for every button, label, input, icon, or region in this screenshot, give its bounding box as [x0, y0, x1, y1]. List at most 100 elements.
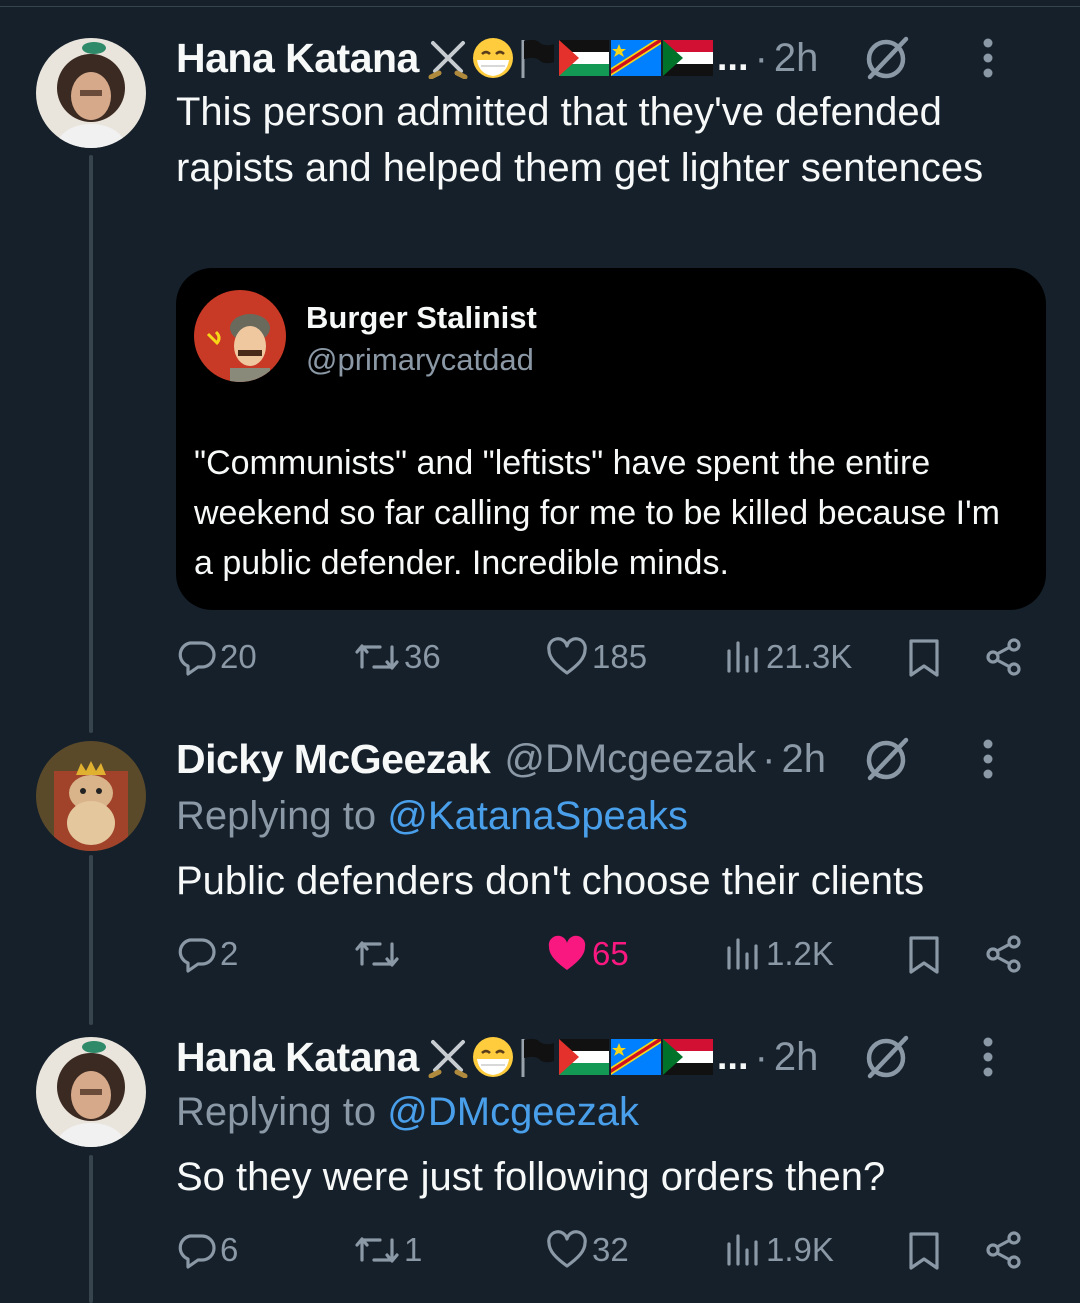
quoted-text: "Communists" and "leftists" have spent t… [194, 444, 1000, 582]
truncation-ellipsis: ... [716, 36, 749, 79]
more-icon[interactable] [982, 37, 994, 79]
replying-to-mention[interactable]: @DMcgeezak [387, 1090, 639, 1134]
like-icon [547, 637, 587, 675]
views-count: 1.2K [766, 935, 834, 972]
bookmark-button[interactable] [906, 1230, 942, 1272]
congo-flag-emoji [610, 1039, 661, 1075]
timestamp[interactable]: 2h [774, 36, 819, 81]
tweet-text: Public defenders don't choose their clie… [176, 859, 925, 903]
reply-count: 6 [220, 1231, 239, 1268]
bookmark-icon [909, 639, 939, 677]
tweet-header: Hana Katana ... · 2h [176, 1032, 1040, 1082]
repost-count: 1 [404, 1231, 423, 1268]
action-bar: 6 1 32 1.9K [176, 1230, 1036, 1280]
reply-button[interactable]: 6 [176, 1230, 238, 1270]
like-icon [548, 935, 586, 970]
black-flag-emoji [521, 39, 554, 78]
display-name[interactable]: Dicky McGeezak [176, 736, 491, 783]
reply-count: 20 [220, 638, 257, 675]
sudan-flag-emoji [662, 1039, 713, 1075]
black-flag-emoji [521, 1038, 554, 1077]
replying-label: Replying to [176, 1090, 377, 1134]
share-icon [986, 935, 1021, 973]
tweet-text: So they were just following orders then? [176, 1155, 886, 1199]
quoted-tweet[interactable]: Burger Stalinist @primarycatdad "Communi… [176, 268, 1046, 610]
reply-button[interactable]: 2 [176, 934, 238, 974]
views-button[interactable]: 21.3K [724, 637, 852, 677]
tweet-header: Dicky McGeezak @DMcgeezak · 2h [176, 734, 1040, 784]
views-button[interactable]: 1.9K [724, 1230, 834, 1270]
bookmark-icon [909, 1232, 939, 1270]
palestine-flag-emoji [558, 40, 609, 76]
bookmark-button[interactable] [906, 637, 942, 679]
like-button[interactable]: 185 [546, 637, 647, 677]
views-icon [727, 641, 758, 673]
repost-button[interactable] [354, 934, 404, 974]
repost-icon [355, 941, 399, 967]
separator-dot: · [754, 1034, 768, 1079]
grok-icon[interactable] [862, 734, 912, 784]
replying-to: Replying to @KatanaSpeaks [176, 794, 688, 839]
bookmark-button[interactable] [906, 934, 942, 976]
separator-dot: · [754, 35, 768, 80]
timestamp[interactable]: 2h [774, 1035, 819, 1080]
palestine-flag-emoji [558, 1039, 609, 1075]
mask-face-emoji [472, 38, 513, 78]
tweet-text: This person admitted that they've defend… [176, 90, 984, 190]
sudan-flag-emoji [662, 40, 713, 76]
like-icon [547, 1230, 587, 1268]
bookmark-icon [909, 936, 939, 974]
crossed-swords-emoji [428, 1040, 468, 1078]
replying-to-mention[interactable]: @KatanaSpeaks [387, 794, 688, 838]
repost-icon [355, 644, 399, 670]
avatar[interactable] [36, 741, 146, 851]
replying-to: Replying to @DMcgeezak [176, 1090, 639, 1135]
like-count: 65 [592, 935, 629, 972]
display-name[interactable]: Hana Katana [176, 1034, 419, 1081]
avatar[interactable] [36, 38, 146, 148]
views-icon [727, 1234, 758, 1266]
quoted-handle: @primarycatdad [306, 342, 534, 377]
more-icon[interactable] [982, 1036, 994, 1078]
timestamp[interactable]: 2h [781, 737, 826, 782]
like-button[interactable]: 65 [546, 934, 629, 974]
separator-dot: · [762, 736, 776, 781]
share-button[interactable] [984, 934, 1024, 974]
repost-button[interactable]: 36 [354, 637, 441, 677]
reply-icon [178, 1234, 216, 1269]
name-emojis: ... [427, 1035, 749, 1079]
reply-button[interactable]: 20 [176, 637, 257, 677]
like-count: 32 [592, 1231, 629, 1268]
views-button[interactable]: 1.2K [724, 934, 834, 974]
share-button[interactable] [984, 1230, 1024, 1270]
action-bar: 20 36 185 21.3K [176, 637, 1036, 687]
reply-icon [178, 938, 216, 973]
crossed-swords-emoji [428, 41, 468, 79]
grok-icon[interactable] [862, 33, 912, 83]
views-count: 1.9K [766, 1231, 834, 1268]
views-count: 21.3K [766, 638, 853, 675]
repost-icon [355, 1237, 399, 1263]
user-handle[interactable]: @DMcgeezak [504, 737, 756, 782]
tweet[interactable]: Dicky McGeezak @DMcgeezak · 2h Replying … [0, 720, 1080, 1020]
congo-flag-emoji [610, 40, 661, 76]
quoted-avatar [194, 290, 286, 382]
truncation-ellipsis: ... [716, 1035, 749, 1078]
tweet[interactable]: Hana Katana ... · 2h Replying to @DMcgee… [0, 1020, 1080, 1303]
tweet[interactable]: Hana Katana ... · 2h This person admitte… [0, 0, 1080, 720]
repost-count: 36 [404, 638, 441, 675]
reply-count: 2 [220, 935, 239, 972]
mask-face-emoji [472, 1037, 513, 1077]
tweet-header: Hana Katana ... · 2h [176, 33, 1040, 83]
display-name[interactable]: Hana Katana [176, 35, 419, 82]
share-button[interactable] [984, 637, 1024, 677]
avatar[interactable] [36, 1037, 146, 1147]
like-button[interactable]: 32 [546, 1230, 629, 1270]
repost-button[interactable]: 1 [354, 1230, 422, 1270]
share-icon [986, 638, 1021, 676]
views-icon [727, 938, 758, 970]
share-icon [986, 1231, 1021, 1269]
grok-icon[interactable] [862, 1032, 912, 1082]
replying-label: Replying to [176, 794, 377, 838]
more-icon[interactable] [982, 738, 994, 780]
